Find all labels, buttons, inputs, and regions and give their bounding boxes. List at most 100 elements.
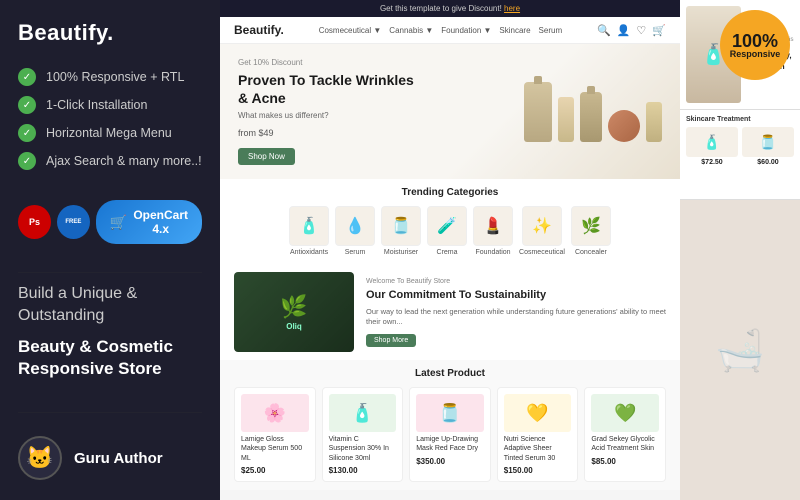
category-label: Serum xyxy=(345,249,366,256)
category-thumb: 🧴 xyxy=(289,206,329,246)
nav-item[interactable]: Serum xyxy=(539,26,563,35)
mini-product[interactable]: 🧴 $72.50 xyxy=(686,127,738,166)
feature-text: 100% Responsive + RTL xyxy=(46,70,184,84)
feature-item: ✓ Horizontal Mega Menu xyxy=(18,124,202,142)
mini-price: $72.50 xyxy=(686,159,738,166)
promo-link[interactable]: here xyxy=(504,4,520,13)
beauty-cosmetic-heading: Beauty & Cosmetic Responsive Store xyxy=(18,336,202,380)
bottom-decoration: 🛁 xyxy=(715,327,765,374)
sust-title: Our Commitment To Sustainability xyxy=(366,288,666,302)
badges-row: Ps FREE 🛒 OpenCart 4.x xyxy=(18,200,202,244)
mini-product-image: 🫙 xyxy=(742,127,794,157)
hero-section: Get 10% Discount Proven To Tackle Wrinkl… xyxy=(220,44,680,179)
check-icon: ✓ xyxy=(18,96,36,114)
nav-item[interactable]: Foundation ▼ xyxy=(441,26,491,35)
product-image: 🫙 xyxy=(416,394,484,432)
category-label: Foundation xyxy=(476,249,511,256)
right-panel-products: Skincare Treatment 🧴 $72.50 🫙 $60.00 xyxy=(680,110,800,200)
divider xyxy=(18,272,202,273)
products-grid: 🌸 Lamige Gloss Makeup Serum 500 ML $25.0… xyxy=(234,387,666,481)
trending-title: Trending Categories xyxy=(234,187,666,198)
product-card[interactable]: 🌸 Lamige Gloss Makeup Serum 500 ML $25.0… xyxy=(234,387,316,481)
product-round xyxy=(608,110,640,142)
product-image: 💚 xyxy=(591,394,659,432)
category-thumb: 💧 xyxy=(335,206,375,246)
product-name: Nutri Science Adaptive Sheer Tinted Seru… xyxy=(504,435,572,462)
hero-subtitle: What makes us different? xyxy=(238,111,418,120)
mini-price: $60.00 xyxy=(742,159,794,166)
opencart-button[interactable]: 🛒 OpenCart 4.x xyxy=(96,200,202,244)
category-item[interactable]: 🫙 Moisturiser xyxy=(381,206,421,256)
heart-icon[interactable]: ♡ xyxy=(636,24,646,37)
check-icon: ✓ xyxy=(18,124,36,142)
mini-products-row: 🧴 $72.50 🫙 $60.00 xyxy=(686,127,794,166)
category-thumb: ✨ xyxy=(522,206,562,246)
right-panels: 100% Responsive 🧴 15% Off Only This Week… xyxy=(680,0,800,500)
category-item[interactable]: 💧 Serum xyxy=(335,206,375,256)
sidebar-title: Beautify. xyxy=(18,20,202,46)
category-item[interactable]: 🧴 Antioxidants xyxy=(289,206,329,256)
latest-title: Latest Product xyxy=(234,368,666,379)
product-image: 🧴 xyxy=(329,394,397,432)
mini-product-image: 🧴 xyxy=(686,127,738,157)
middle-section: 🌿 Oliq Welcome To Beautify Store Our Com… xyxy=(220,264,680,360)
feature-list: ✓ 100% Responsive + RTL ✓ 1-Click Instal… xyxy=(18,68,202,180)
responsive-label: Responsive xyxy=(730,50,781,59)
hero-price: from $49 xyxy=(238,128,418,138)
user-icon[interactable]: 👤 xyxy=(617,24,631,37)
cart-icon[interactable]: 🛒 xyxy=(652,24,666,37)
category-thumb: 🌿 xyxy=(571,206,611,246)
product-name: Grad Sekey Glycolic Acid Treatment Skin xyxy=(591,435,659,453)
feature-item: ✓ 100% Responsive + RTL xyxy=(18,68,202,86)
product-name: Vitamin C Suspension 30% In Silicone 30m… xyxy=(329,435,397,462)
check-icon: ✓ xyxy=(18,152,36,170)
search-icon[interactable]: 🔍 xyxy=(597,24,611,37)
author-name: Guru Author xyxy=(74,450,163,467)
product-tube-2 xyxy=(646,102,662,142)
product-price: $25.00 xyxy=(241,466,309,475)
category-thumb: 💄 xyxy=(473,206,513,246)
divider xyxy=(18,412,202,413)
feature-text: 1-Click Installation xyxy=(46,98,147,112)
product-image: 💛 xyxy=(504,394,572,432)
author-icon: 🐱 xyxy=(26,445,53,471)
responsive-badge: 100% Responsive xyxy=(720,10,790,80)
hero-tag: Get 10% Discount xyxy=(238,58,418,67)
feature-text: Horizontal Mega Menu xyxy=(46,126,172,140)
site-logo: Beautify. xyxy=(234,23,284,37)
product-price: $85.00 xyxy=(591,457,659,466)
category-item[interactable]: 🌿 Concealer xyxy=(571,206,611,256)
nav-links: Cosmeceutical ▼ Cannabis ▼ Foundation ▼ … xyxy=(319,26,562,35)
product-card[interactable]: 💛 Nutri Science Adaptive Sheer Tinted Se… xyxy=(497,387,579,481)
product-card[interactable]: 💚 Grad Sekey Glycolic Acid Treatment Ski… xyxy=(584,387,666,481)
check-icon: ✓ xyxy=(18,68,36,86)
category-item[interactable]: 💄 Foundation xyxy=(473,206,513,256)
sust-tag: Welcome To Beautify Store xyxy=(366,278,666,285)
sust-desc: Our way to lead the next generation whil… xyxy=(366,307,666,328)
category-label: Moisturiser xyxy=(384,249,418,256)
site-nav: Beautify. Cosmeceutical ▼ Cannabis ▼ Fou… xyxy=(220,17,680,44)
responsive-percent: 100% xyxy=(732,32,778,50)
category-label: Concealer xyxy=(575,249,607,256)
nav-item[interactable]: Skincare xyxy=(499,26,530,35)
shop-more-button[interactable]: Shop More xyxy=(366,334,416,347)
product-price: $150.00 xyxy=(504,466,572,475)
nav-icons: 🔍 👤 ♡ 🛒 xyxy=(597,24,666,37)
product-card[interactable]: 🧴 Vitamin C Suspension 30% In Silicone 3… xyxy=(322,387,404,481)
mini-product[interactable]: 🫙 $60.00 xyxy=(742,127,794,166)
hero-products xyxy=(524,82,662,142)
shop-now-button[interactable]: Shop Now xyxy=(238,148,295,165)
category-label: Cosmeceutical xyxy=(519,249,565,256)
nav-item[interactable]: Cannabis ▼ xyxy=(389,26,433,35)
category-item[interactable]: 🧪 Crema xyxy=(427,206,467,256)
nav-item[interactable]: Cosmeceutical ▼ xyxy=(319,26,382,35)
product-tube xyxy=(558,97,574,142)
product-card[interactable]: 🫙 Lamige Up-Drawing Mask Red Face Dry $3… xyxy=(409,387,491,481)
product-price: $350.00 xyxy=(416,457,484,466)
build-text: Build a Unique & Outstanding xyxy=(18,283,202,328)
product-bottle-1 xyxy=(524,82,552,142)
category-thumb: 🧪 xyxy=(427,206,467,246)
category-item[interactable]: ✨ Cosmeceutical xyxy=(519,206,565,256)
category-label: Antioxidants xyxy=(290,249,328,256)
hero-title: Proven To Tackle Wrinkles & Acne xyxy=(238,71,418,107)
